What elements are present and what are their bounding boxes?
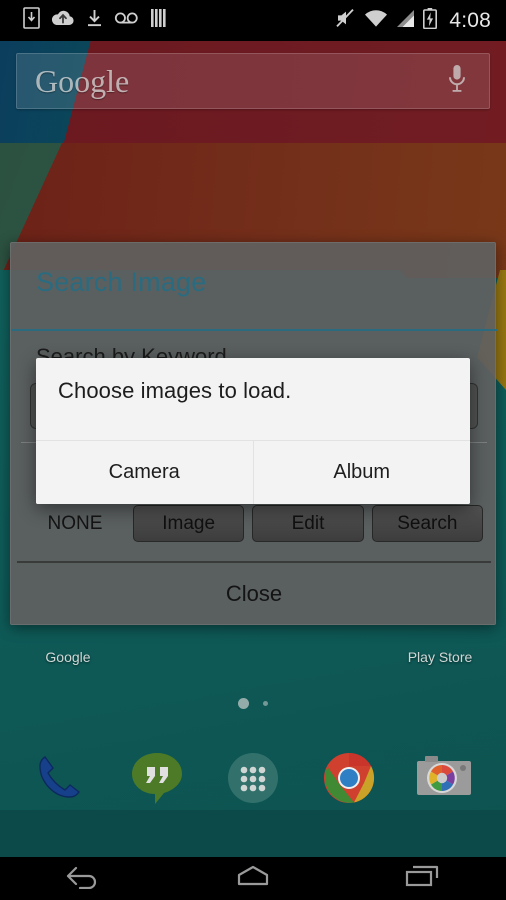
selection-none-label: NONE [47,512,103,534]
alert-message: Choose images to load. [58,378,292,403]
microphone-icon[interactable] [447,64,489,99]
cellular-signal-icon [396,9,415,33]
status-bar-notification-icons [9,7,168,34]
navigation-bar [0,857,506,900]
cloud-upload-icon [51,8,75,33]
close-divider [17,561,491,563]
sd-card-download-icon [23,7,40,34]
search-button[interactable]: Search [371,505,483,542]
google-search-widget[interactable]: Google [16,53,490,109]
back-button[interactable] [42,857,126,900]
recents-button[interactable] [380,857,464,900]
recents-icon [397,863,447,894]
status-bar-clock: 4:08 [449,8,491,32]
dock-icon-hangouts[interactable] [124,745,190,811]
battery-charging-icon [423,7,438,34]
app-label-play-store: Play Store [407,649,473,665]
status-bar[interactable]: 4:08 [0,0,506,41]
alert-button-row: Camera Album [36,441,470,504]
home-dock [0,728,506,828]
home-button[interactable] [211,857,295,900]
status-bar-system-icons: 4:08 [334,7,497,34]
dock-icon-chrome[interactable] [316,745,382,811]
dock-icon-camera[interactable] [411,745,477,811]
ringer-silent-icon [334,7,356,34]
sim-signal-bars-icon [150,8,168,33]
page-dot-active[interactable] [238,698,249,709]
home-icon [228,863,278,894]
wifi-icon [364,9,388,33]
edit-button[interactable]: Edit [252,505,364,542]
title-divider [11,329,497,331]
album-button[interactable]: Album [253,441,470,504]
back-icon [59,863,109,894]
dock-icon-app-drawer[interactable] [220,745,286,811]
voicemail-icon [114,10,139,31]
page-dot-inactive[interactable] [263,701,268,706]
camera-button[interactable]: Camera [36,441,253,504]
download-icon [86,8,103,33]
android-screen: 4:08 Google Google Play Store Search Ima… [0,0,506,900]
dialog-title: Search Image [36,267,207,297]
home-page-indicator [0,698,506,709]
google-logo: Google [35,62,130,99]
app-label-google: Google [45,649,91,665]
image-button[interactable]: Image [133,505,245,542]
dock-icon-phone[interactable] [29,745,95,811]
action-button-row: NONE Image Edit Search [11,505,497,542]
choose-images-alert: Choose images to load. Camera Album [36,358,470,504]
close-button[interactable]: Close [11,564,497,624]
